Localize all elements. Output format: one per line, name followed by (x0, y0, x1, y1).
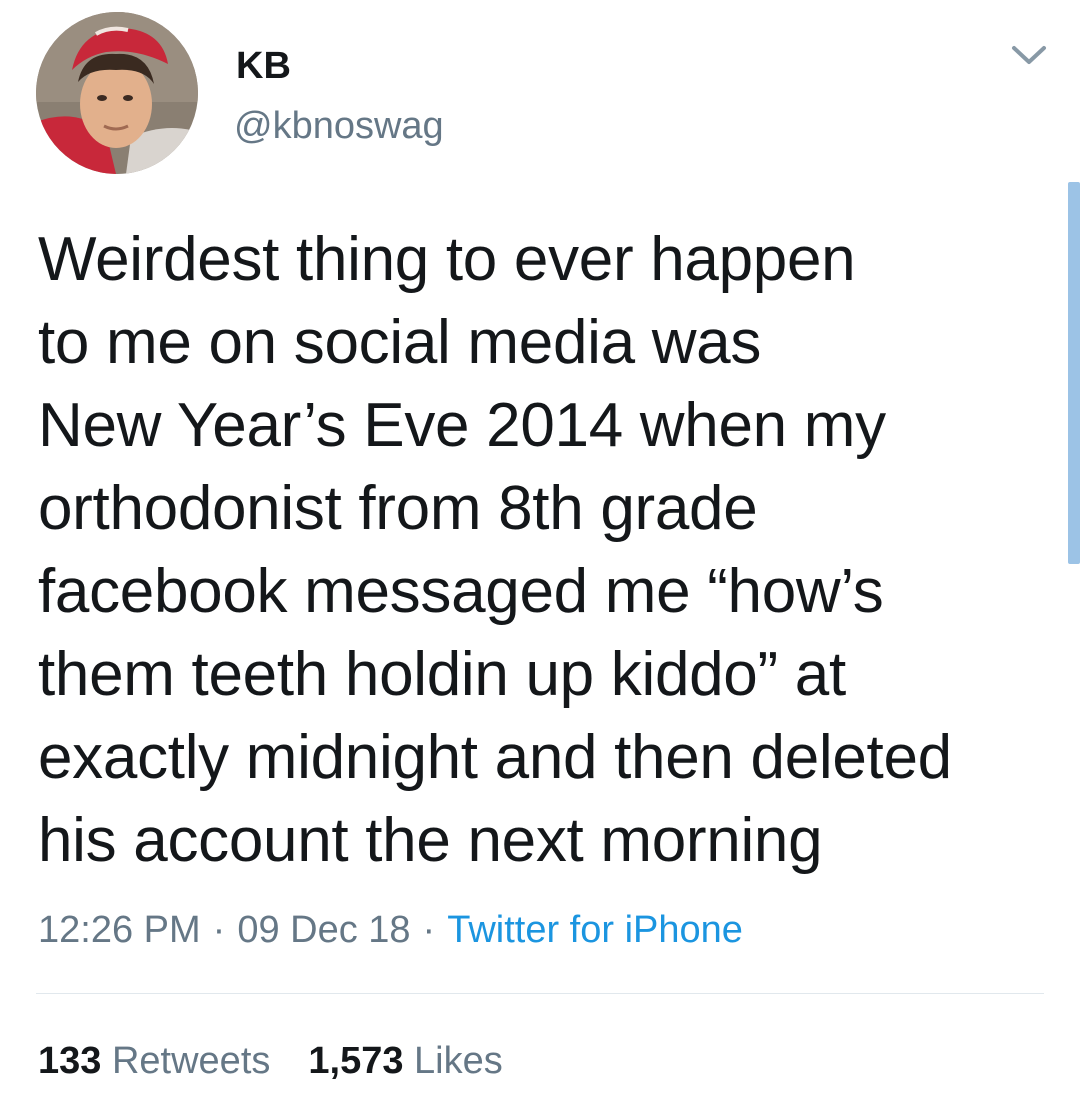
tweet-time: 12:26 PM (38, 909, 201, 951)
tweet-stats: 133 Retweets 1,573 Likes (38, 1036, 503, 1086)
user-handle[interactable]: @kbnoswag (234, 104, 444, 148)
retweets-count: 133 (38, 1040, 102, 1082)
retweets-stat[interactable]: 133 Retweets (38, 1040, 270, 1082)
tweet-date: 09 Dec 18 (237, 909, 411, 951)
chevron-down-icon[interactable] (1008, 40, 1050, 70)
divider (36, 993, 1044, 994)
tweet-source-link[interactable]: Twitter for iPhone (447, 909, 743, 951)
tweet-meta: 12:26 PM · 09 Dec 18 · Twitter for iPhone (38, 906, 743, 954)
tweet-text: Weirdest thing to ever happen to me on s… (38, 225, 952, 875)
likes-stat[interactable]: 1,573 Likes (308, 1040, 502, 1082)
scroll-indicator[interactable] (1068, 182, 1080, 564)
meta-separator: · (212, 909, 226, 951)
meta-separator: · (422, 909, 436, 951)
display-name[interactable]: KB (236, 44, 291, 88)
avatar[interactable] (36, 12, 198, 174)
profile-photo-icon (36, 12, 198, 174)
tweet-detail: KB @kbnoswag Weirdest thing to ever happ… (0, 0, 1080, 1115)
likes-label: Likes (414, 1040, 503, 1082)
retweets-label: Retweets (111, 1040, 271, 1082)
likes-count: 1,573 (308, 1040, 404, 1082)
